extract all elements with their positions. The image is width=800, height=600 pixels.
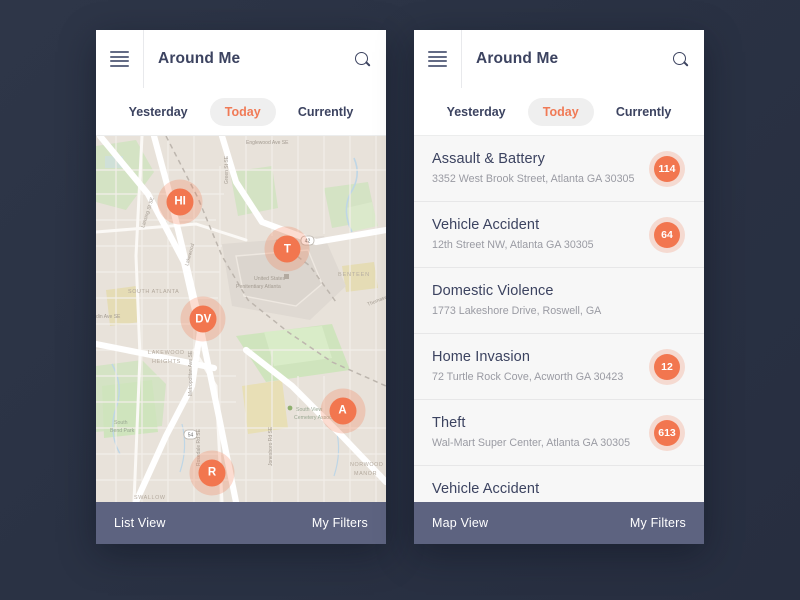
list-item-texts: Vehicle Accident 1773 Lakeshore Drive, R… [432,480,686,502]
list-item-texts: Domestic Violence 1773 Lakeshore Drive, … [432,282,686,319]
list-item-address: 12th Street NW, Atlanta GA 30305 [432,238,594,251]
svg-text:SOUTH ATLANTA: SOUTH ATLANTA [128,289,179,295]
svg-text:Jonesboro Rd SE: Jonesboro Rd SE [268,426,274,466]
list-item-address: 3352 West Brook Street, Atlanta GA 30305 [432,172,635,185]
tab-yesterday[interactable]: Yesterday [114,98,203,126]
svg-text:LAKEWOOD: LAKEWOOD [148,350,185,356]
list-item[interactable]: Home Invasion 72 Turtle Rock Cove, Acwor… [414,334,704,400]
list-item-title: Vehicle Accident [432,481,540,498]
list-item-title: Assault & Battery [432,151,545,168]
list-item[interactable]: Assault & Battery 3352 West Brook Street… [414,136,704,202]
list-item-texts: Theft Wal-Mart Super Center, Atlanta GA … [432,414,654,451]
map-pin-r[interactable]: R [198,459,226,487]
map-pin-label: A [338,404,347,417]
list-item-title: Theft [432,415,466,432]
svg-text:SWALLOW: SWALLOW [134,495,166,501]
map-pin-label: DV [195,313,212,325]
list-screen-panel: Around Me Yesterday Today Currently Assa… [414,30,704,544]
status-badge: 64 [654,221,680,248]
app-bar: Around Me [414,30,704,88]
svg-text:54: 54 [188,433,194,439]
search-button[interactable] [656,30,704,88]
search-button[interactable] [338,30,386,88]
my-filters-button[interactable]: My Filters [630,516,686,530]
title-container: Around Me [144,30,338,88]
map-pin-a[interactable]: A [329,397,356,424]
svg-text:Bend Park: Bend Park [110,428,135,434]
map-bottom-bar: List View My Filters [96,502,386,544]
incident-list[interactable]: Assault & Battery 3352 West Brook Street… [414,136,704,502]
title-container: Around Me [462,30,656,88]
list-item[interactable]: Theft Wal-Mart Super Center, Atlanta GA … [414,400,704,466]
app-bar: Around Me [96,30,386,88]
time-filter-tabs: Yesterday Today Currently [96,88,386,136]
svg-text:NORWOOD: NORWOOD [350,462,383,468]
status-badge: 114 [654,155,680,182]
my-filters-button[interactable]: My Filters [312,516,368,530]
svg-text:South View: South View [296,407,322,413]
list-item-texts: Home Invasion 72 Turtle Rock Cove, Acwor… [432,348,654,385]
menu-button[interactable] [414,30,462,88]
list-item-texts: Assault & Battery 3352 West Brook Street… [432,150,654,187]
tab-currently[interactable]: Currently [601,98,687,126]
page-title: Around Me [158,50,241,67]
map-pin-hi[interactable]: HI [166,188,194,216]
tab-today[interactable]: Today [527,97,594,126]
search-icon [672,51,688,67]
time-filter-tabs: Yesterday Today Currently [414,88,704,136]
list-item-title: Domestic Violence [432,283,554,300]
svg-text:South: South [114,420,128,426]
list-bottom-bar: Map View My Filters [414,502,704,544]
svg-text:BENTEEN: BENTEEN [338,272,370,278]
svg-text:Metropolitan Ave SE: Metropolitan Ave SE [188,350,194,396]
list-item-texts: Vehicle Accident 12th Street NW, Atlanta… [432,216,654,253]
map-pin-label: HI [174,195,186,208]
map-screen-panel: Around Me Yesterday Today Currently 42 5… [96,30,386,544]
list-item[interactable]: Domestic Violence 1773 Lakeshore Drive, … [414,268,704,334]
list-item-address: 72 Turtle Rock Cove, Acworth GA 30423 [432,370,624,383]
map-view-button[interactable]: Map View [432,516,488,530]
svg-text:HEIGHTS: HEIGHTS [152,359,181,365]
map-pin-label: T [283,243,291,256]
svg-text:Green St SE: Green St SE [224,155,230,184]
screen: Around Me Yesterday Today Currently 42 5… [0,0,800,600]
list-item-title: Vehicle Accident [432,217,540,234]
svg-text:42: 42 [305,239,311,245]
hamburger-icon [110,51,129,67]
list-item-title: Home Invasion [432,349,531,366]
tab-today[interactable]: Today [209,97,276,126]
search-icon [354,51,370,67]
list-item-address: Wal-Mart Super Center, Atlanta GA 30305 [432,436,631,449]
list-view-button[interactable]: List View [114,516,166,530]
svg-text:Penitentiary Atlanta: Penitentiary Atlanta [236,284,281,290]
tab-currently[interactable]: Currently [283,98,369,126]
list-item-address: 1773 Lakeshore Drive, Roswell, GA [432,304,602,317]
tab-yesterday[interactable]: Yesterday [432,98,521,126]
svg-text:Rosedale Rd SE: Rosedale Rd SE [196,428,202,466]
hamburger-icon [428,51,447,67]
menu-button[interactable] [96,30,144,88]
svg-text:United States: United States [254,276,286,282]
svg-text:din Ave SE: din Ave SE [96,314,121,320]
svg-text:Englewood Ave SE: Englewood Ave SE [246,140,289,146]
list-item[interactable]: Vehicle Accident 1773 Lakeshore Drive, R… [414,466,704,502]
map-pin-t[interactable]: T [273,235,301,263]
map-canvas[interactable]: 42 54 Englewood Ave SE Green St SE Lansi… [96,136,386,502]
page-title: Around Me [476,50,559,67]
list-item[interactable]: Vehicle Accident 12th Street NW, Atlanta… [414,202,704,268]
status-badge: 12 [654,353,680,380]
map-graphic: 42 54 Englewood Ave SE Green St SE Lansi… [96,136,386,502]
status-badge: 613 [654,419,680,446]
svg-text:MANOR: MANOR [354,471,377,477]
map-pin-label: R [207,466,217,479]
list-item-address: 1773 Lakeshore Drive, Roswell, GA [432,501,686,502]
map-pin-dv[interactable]: DV [189,305,217,333]
